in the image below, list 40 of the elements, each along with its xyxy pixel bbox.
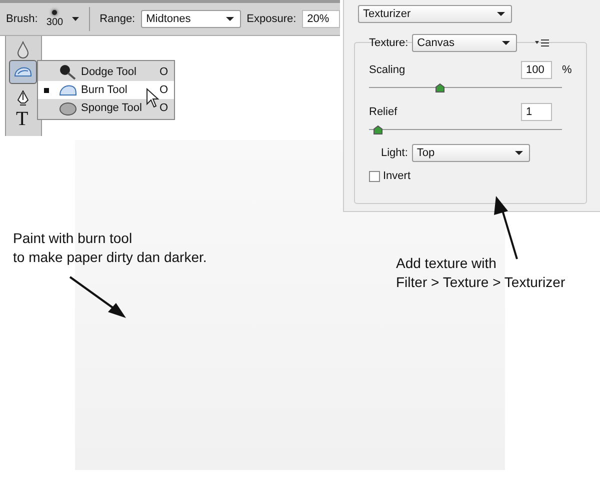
panel-menu-icon[interactable] <box>535 39 550 47</box>
flyout-menu-item[interactable]: Dodge Tool O <box>38 63 174 81</box>
type-tool-icon[interactable]: T <box>16 108 28 130</box>
annotation-text: Add texture with Filter > Texture > Texturizer <box>396 254 566 292</box>
caret-icon <box>514 151 523 155</box>
range-label: Range: <box>100 13 136 25</box>
annotation-text: Paint with burn tool to make paper dirty dan darker. <box>13 229 207 267</box>
relief-field[interactable]: 1 <box>521 103 552 121</box>
texture-dropdown[interactable]: Canvas <box>412 34 518 52</box>
sponge-icon <box>59 100 77 116</box>
brush-label: Brush: <box>6 13 38 25</box>
filter-dropdown[interactable]: Texturizer <box>358 5 512 23</box>
flyout-menu-item[interactable]: Burn Tool O <box>38 81 174 99</box>
caret-icon <box>226 17 234 21</box>
range-dropdown[interactable]: Midtones <box>141 10 241 28</box>
exposure-label: Exposure: <box>246 13 296 25</box>
invert-label: Invert <box>383 170 411 182</box>
drop-icon[interactable] <box>16 41 30 59</box>
caret-icon[interactable] <box>72 17 79 21</box>
mouse-pointer-icon <box>146 88 160 108</box>
light-dropdown[interactable]: Top <box>412 144 530 162</box>
percent-unit: % <box>562 64 572 76</box>
invert-checkbox[interactable] <box>369 170 380 182</box>
pen-icon[interactable] <box>16 90 30 108</box>
burn-tool-button[interactable] <box>9 60 37 84</box>
texture-label: Texture: <box>369 37 408 49</box>
flyout-menu-item[interactable]: Sponge Tool O <box>38 99 174 117</box>
burn-icon <box>13 65 33 79</box>
caret-icon <box>502 41 510 45</box>
relief-label: Relief <box>369 106 398 118</box>
scaling-label: Scaling <box>369 64 406 76</box>
slider-thumb[interactable] <box>434 83 445 93</box>
exposure-field[interactable]: 20% <box>302 10 340 28</box>
caret-icon <box>497 12 505 16</box>
dodge-icon <box>59 64 77 80</box>
brush-picker[interactable]: 300 <box>44 10 66 28</box>
arrow <box>68 275 128 320</box>
light-label: Light: <box>381 147 408 159</box>
slider-thumb[interactable] <box>372 125 383 135</box>
scaling-field[interactable]: 100 <box>521 61 552 79</box>
